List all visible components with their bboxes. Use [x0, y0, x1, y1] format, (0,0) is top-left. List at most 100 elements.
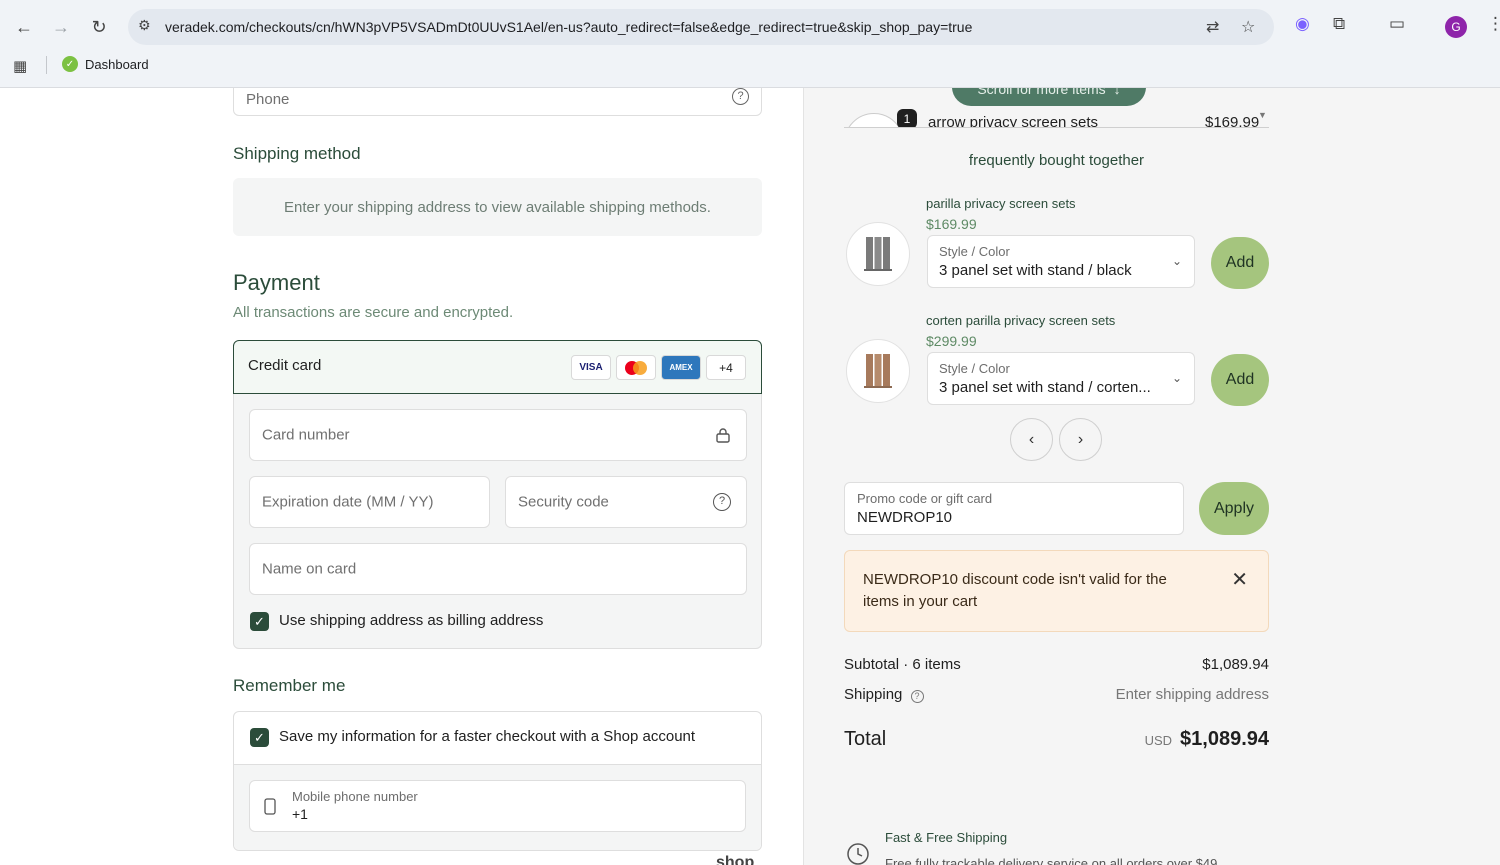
carousel-prev-button[interactable]: ‹ [1010, 418, 1053, 461]
total-value: $1,089.94 [1180, 728, 1269, 750]
add-button[interactable]: Add [1211, 354, 1269, 406]
credit-card-option[interactable]: Credit card VISA AMEX +4 [233, 340, 762, 394]
extensions-puzzle-icon[interactable]: ⧉ [1333, 14, 1345, 34]
browser-chrome: ← → ↻ ⚙ veradek.com/checkouts/cn/hWN3pVP… [0, 0, 1500, 88]
expiration-placeholder: Expiration date (MM / YY) [262, 493, 434, 511]
name-on-card-field[interactable]: Name on card [249, 543, 747, 595]
visa-icon: VISA [571, 355, 611, 380]
help-icon[interactable]: ? [732, 88, 749, 105]
url-text[interactable]: veradek.com/checkouts/cn/hWN3pVP5VSADmDt… [165, 19, 972, 35]
promo-error-text: NEWDROP10 discount code isn't valid for … [863, 571, 1167, 610]
dashboard-favicon-icon: ✓ [62, 56, 78, 72]
product-name: corten parilla privacy screen sets [926, 313, 1116, 328]
promo-code-field[interactable]: Promo code or gift card NEWDROP10 [844, 482, 1184, 535]
chevron-down-icon: ⌄ [1171, 254, 1182, 268]
carousel-next-button[interactable]: › [1059, 418, 1102, 461]
product-price: $169.99 [926, 216, 977, 232]
bookmark-separator [46, 56, 47, 74]
save-info-checkbox[interactable]: ✓ [250, 728, 269, 747]
profile-avatar[interactable]: G [1445, 16, 1467, 38]
back-icon[interactable]: ← [11, 14, 37, 40]
cart-item-qty-badge: 1 [897, 109, 917, 127]
promo-code-value: NEWDROP10 [857, 509, 953, 526]
shipping-method-title: Shipping method [233, 144, 361, 163]
fbt-product-2: corten parilla privacy screen sets $299.… [804, 309, 1500, 419]
expiration-field[interactable]: Expiration date (MM / YY) [249, 476, 490, 528]
apply-button[interactable]: Apply [1199, 482, 1269, 535]
shipping-label: Shipping [844, 686, 903, 703]
save-info-label: Save my information for a faster checkou… [279, 728, 696, 745]
remember-me-box: ✓ Save my information for a faster check… [233, 711, 762, 851]
scrollbar-arrow-down-icon[interactable]: ▼ [1258, 110, 1267, 120]
add-button[interactable]: Add [1211, 237, 1269, 289]
shop-logo-partial: shop [716, 854, 755, 865]
mobile-phone-field[interactable]: Mobile phone number +1 [249, 780, 746, 832]
select-value: 3 panel set with stand / corten... [939, 379, 1151, 396]
payment-subtitle: All transactions are secure and encrypte… [233, 304, 514, 321]
subtotal-row: Subtotal · 6 items $1,089.94 [844, 656, 1269, 673]
remember-me-title: Remember me [233, 676, 346, 695]
browser-menu-icon[interactable]: ⋮ [1487, 14, 1500, 34]
address-bar[interactable]: ⚙ veradek.com/checkouts/cn/hWN3pVP5VSADm… [128, 9, 1274, 45]
select-value: 3 panel set with stand / black [939, 262, 1132, 279]
more-cards-badge: +4 [706, 355, 746, 380]
perk-title: Fast & Free Shipping [885, 830, 1008, 845]
security-help-icon[interactable]: ? [713, 493, 731, 511]
credit-card-form: Card number Expiration date (MM / YY) Se… [233, 394, 762, 649]
order-summary: 1 arrow privacy screen sets $169.99 Scro… [803, 88, 1500, 865]
style-color-select[interactable]: Style / Color 3 panel set with stand / c… [927, 352, 1195, 405]
credit-card-label: Credit card [248, 357, 322, 374]
reading-mode-icon[interactable]: ▭ [1389, 14, 1405, 34]
site-info-icon[interactable]: ⚙ [138, 17, 151, 34]
product-name: parilla privacy screen sets [926, 196, 1076, 211]
forward-icon[interactable]: → [48, 14, 74, 40]
cart-item-name: arrow privacy screen sets [928, 114, 1099, 128]
chevron-down-icon: ⌄ [1171, 371, 1182, 385]
shipping-help-icon[interactable]: ? [910, 690, 924, 703]
translate-icon[interactable]: ⇄ [1206, 17, 1219, 37]
total-row: Total USD $1,089.94 [844, 728, 1269, 758]
card-number-placeholder: Card number [262, 426, 350, 444]
scroll-more-items-button[interactable]: Scroll for more items ↓ [952, 88, 1146, 106]
mobile-phone-value: +1 [292, 806, 308, 822]
card-number-field[interactable]: Card number [249, 409, 747, 461]
phone-field[interactable]: Phone ? [233, 88, 762, 116]
clock-icon [847, 843, 869, 865]
lock-icon [716, 428, 730, 443]
promo-error-banner: NEWDROP10 discount code isn't valid for … [844, 550, 1269, 632]
mobile-phone-label: Mobile phone number [292, 789, 418, 804]
billing-checkbox[interactable]: ✓ [250, 612, 269, 631]
product-thumbnail[interactable] [846, 339, 910, 403]
product-thumbnail[interactable] [846, 222, 910, 286]
subtotal-label: Subtotal · 6 items [844, 656, 961, 673]
bookmark-star-icon[interactable]: ☆ [1241, 17, 1255, 37]
cart-item-price: $169.99 [1205, 114, 1260, 128]
cart-items-list: 1 arrow privacy screen sets $169.99 Scro… [844, 88, 1269, 128]
bookmark-label: Dashboard [85, 56, 149, 72]
bookmark-dashboard[interactable]: ✓ Dashboard [62, 56, 149, 72]
select-label: Style / Color [939, 244, 1010, 259]
total-label: Total [844, 728, 887, 750]
amex-icon: AMEX [661, 355, 701, 380]
mobile-phone-icon [264, 798, 276, 815]
subtotal-value: $1,089.94 [1202, 656, 1269, 673]
total-currency: USD [1144, 733, 1173, 748]
select-label: Style / Color [939, 361, 1010, 376]
apps-grid-icon[interactable]: ▦ [13, 57, 27, 75]
fbt-product-1: parilla privacy screen sets $169.99 Styl… [804, 192, 1500, 302]
perk-text: Free fully trackable delivery service on… [885, 856, 1218, 865]
close-icon[interactable]: ✕ [1231, 567, 1248, 592]
security-code-field[interactable]: Security code ? [505, 476, 747, 528]
mastercard-icon [616, 355, 656, 380]
fbt-title: frequently bought together [968, 152, 1145, 169]
style-color-select[interactable]: Style / Color 3 panel set with stand / b… [927, 235, 1195, 288]
remember-me-details: Mobile phone number +1 [234, 764, 761, 850]
billing-checkbox-label: Use shipping address as billing address [279, 612, 544, 629]
cart-item-thumbnail [844, 113, 904, 127]
checkout-form: Phone ? Shipping method Enter your shipp… [0, 88, 803, 865]
arrow-down-icon: ↓ [1113, 88, 1121, 97]
promo-code-label: Promo code or gift card [857, 491, 993, 506]
extension-icon[interactable]: ◉ [1295, 14, 1310, 34]
reload-icon[interactable]: ↻ [86, 14, 112, 40]
security-code-placeholder: Security code [518, 493, 609, 511]
